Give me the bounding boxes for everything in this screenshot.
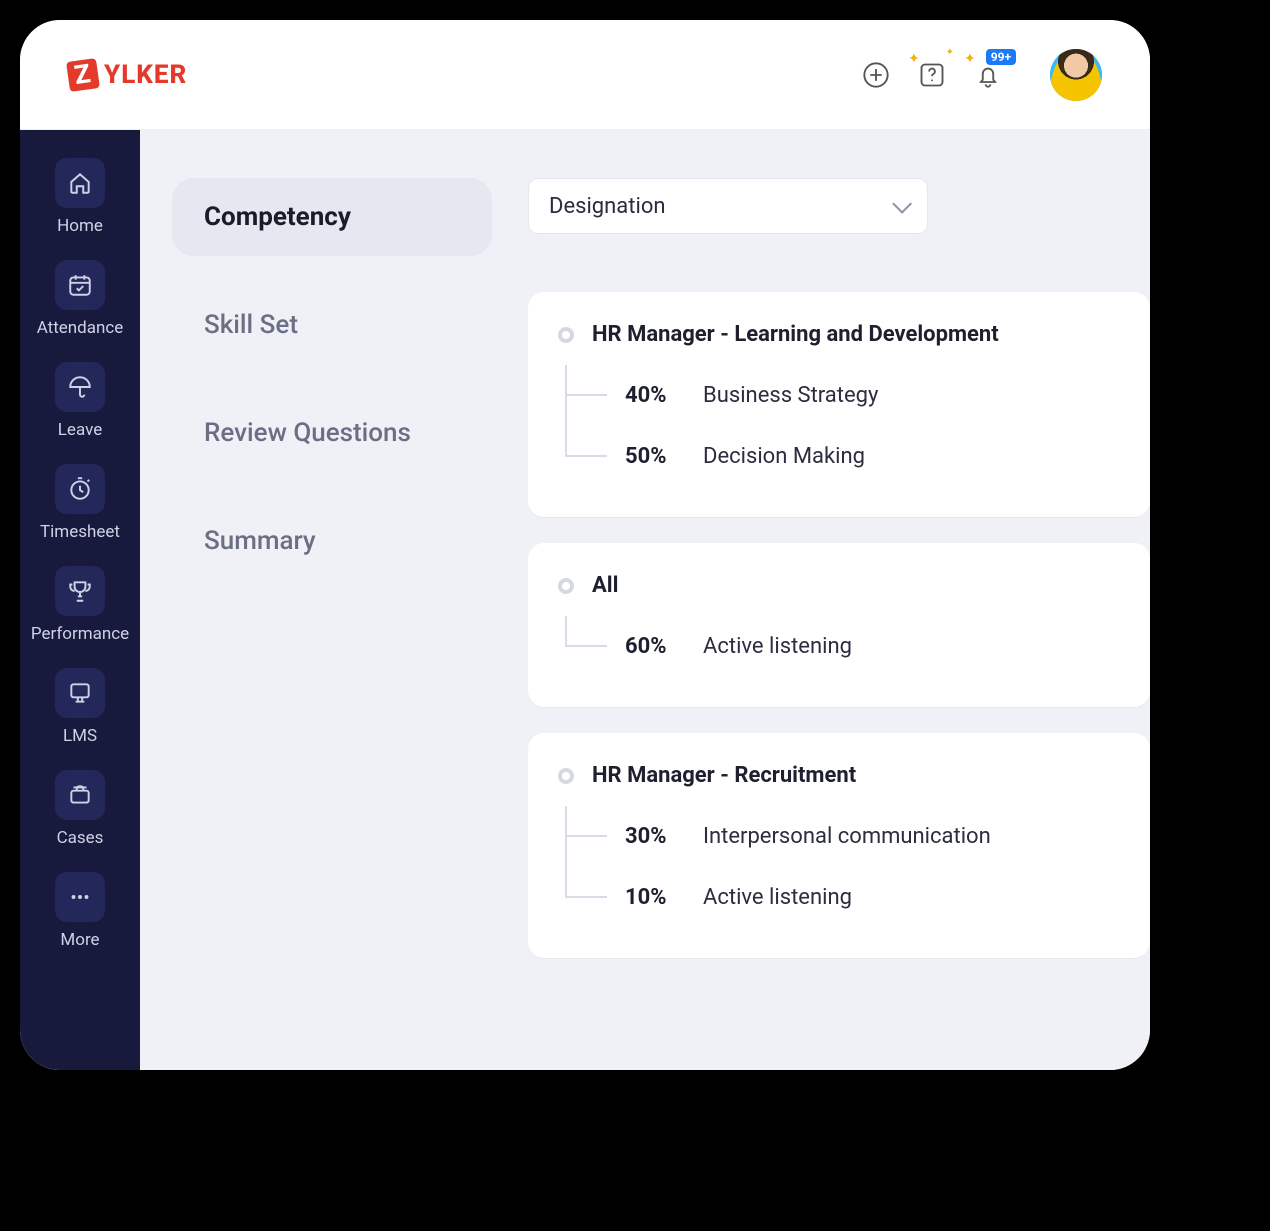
bullet-icon bbox=[558, 327, 574, 343]
logo: Z YLKER bbox=[68, 60, 187, 90]
bell-icon[interactable]: ✦ 99+ bbox=[974, 61, 1002, 89]
skill-label: Interpersonal communication bbox=[703, 824, 991, 849]
sidebar-item-leave[interactable]: Leave bbox=[34, 362, 126, 454]
avatar[interactable] bbox=[1050, 49, 1102, 101]
competency-card: HR Manager - Recruitment 30% Interperson… bbox=[528, 733, 1150, 958]
skill-label: Active listening bbox=[703, 634, 852, 659]
sidebar-item-lms[interactable]: LMS bbox=[34, 668, 126, 760]
sidebar-item-more[interactable]: More bbox=[34, 872, 126, 964]
designation-dropdown[interactable]: Designation bbox=[528, 178, 928, 234]
logo-text: YLKER bbox=[104, 60, 187, 90]
sidebar-item-attendance[interactable]: Attendance bbox=[34, 260, 126, 352]
trophy-icon bbox=[55, 566, 105, 616]
bullet-icon bbox=[558, 768, 574, 784]
tab-competency[interactable]: Competency bbox=[172, 178, 492, 256]
card-header: HR Manager - Learning and Development bbox=[558, 322, 1120, 347]
body: Home Attendance Leave Timesheet bbox=[20, 130, 1150, 1070]
plus-circle-icon[interactable] bbox=[862, 61, 890, 89]
competency-row: 60% Active listening bbox=[565, 616, 1120, 677]
tab-review-questions[interactable]: Review Questions bbox=[172, 394, 492, 472]
competency-tree: 60% Active listening bbox=[565, 616, 1120, 677]
calendar-check-icon bbox=[55, 260, 105, 310]
tab-list: Competency Skill Set Review Questions Su… bbox=[172, 178, 492, 1070]
sidebar-item-label: Attendance bbox=[37, 318, 124, 338]
help-icon[interactable]: ✦ ✦ bbox=[918, 61, 946, 89]
bullet-icon bbox=[558, 578, 574, 594]
sidebar: Home Attendance Leave Timesheet bbox=[20, 130, 140, 1070]
chevron-down-icon bbox=[892, 194, 912, 214]
percent-value: 10% bbox=[625, 885, 685, 910]
skill-label: Active listening bbox=[703, 885, 852, 910]
percent-value: 60% bbox=[625, 634, 685, 659]
percent-value: 50% bbox=[625, 444, 685, 469]
logo-mark: Z bbox=[66, 58, 100, 92]
card-header: HR Manager - Recruitment bbox=[558, 763, 1120, 788]
stopwatch-icon bbox=[55, 464, 105, 514]
competency-row: 50% Decision Making bbox=[565, 426, 1120, 487]
tab-skill-set[interactable]: Skill Set bbox=[172, 286, 492, 364]
competency-card: All 60% Active listening bbox=[528, 543, 1150, 707]
notification-badge: 99+ bbox=[986, 49, 1016, 65]
sidebar-item-label: Cases bbox=[57, 828, 104, 848]
card-title: HR Manager - Learning and Development bbox=[592, 322, 999, 347]
competency-tree: 30% Interpersonal communication 10% Acti… bbox=[565, 806, 1120, 928]
sparkle-icon: ✦ bbox=[964, 51, 976, 67]
sidebar-item-label: Performance bbox=[31, 624, 129, 644]
tab-summary[interactable]: Summary bbox=[172, 502, 492, 580]
dots-icon bbox=[55, 872, 105, 922]
competency-row: 10% Active listening bbox=[565, 867, 1120, 928]
main: Competency Skill Set Review Questions Su… bbox=[140, 130, 1150, 1070]
percent-value: 40% bbox=[625, 383, 685, 408]
sidebar-item-label: More bbox=[60, 930, 99, 950]
sidebar-item-label: Leave bbox=[58, 420, 102, 440]
dropdown-label: Designation bbox=[549, 194, 666, 219]
percent-value: 30% bbox=[625, 824, 685, 849]
presentation-icon bbox=[55, 668, 105, 718]
sidebar-item-timesheet[interactable]: Timesheet bbox=[34, 464, 126, 556]
competency-groups: HR Manager - Learning and Development 40… bbox=[528, 292, 1150, 958]
sidebar-item-cases[interactable]: Cases bbox=[34, 770, 126, 862]
competency-row: 30% Interpersonal communication bbox=[565, 806, 1120, 867]
skill-label: Decision Making bbox=[703, 444, 865, 469]
card-header: All bbox=[558, 573, 1120, 598]
umbrella-icon bbox=[55, 362, 105, 412]
home-icon bbox=[55, 158, 105, 208]
sparkle-icon: ✦ bbox=[946, 47, 954, 58]
briefcase-icon bbox=[55, 770, 105, 820]
sidebar-item-home[interactable]: Home bbox=[34, 158, 126, 250]
card-title: All bbox=[592, 573, 618, 598]
sidebar-item-performance[interactable]: Performance bbox=[34, 566, 126, 658]
sidebar-item-label: LMS bbox=[63, 726, 97, 746]
skill-label: Business Strategy bbox=[703, 383, 878, 408]
sidebar-item-label: Home bbox=[57, 216, 103, 236]
app-shell: Z YLKER ✦ ✦ ✦ 99+ bbox=[20, 20, 1150, 1070]
card-title: HR Manager - Recruitment bbox=[592, 763, 856, 788]
competency-row: 40% Business Strategy bbox=[565, 365, 1120, 426]
competency-card: HR Manager - Learning and Development 40… bbox=[528, 292, 1150, 517]
sparkle-icon: ✦ bbox=[908, 51, 920, 67]
sidebar-item-label: Timesheet bbox=[40, 522, 120, 542]
content: Designation HR Manager - Learning and De… bbox=[528, 178, 1150, 1070]
topbar-actions: ✦ ✦ ✦ 99+ bbox=[862, 49, 1102, 101]
competency-tree: 40% Business Strategy 50% Decision Makin… bbox=[565, 365, 1120, 487]
topbar: Z YLKER ✦ ✦ ✦ 99+ bbox=[20, 20, 1150, 130]
